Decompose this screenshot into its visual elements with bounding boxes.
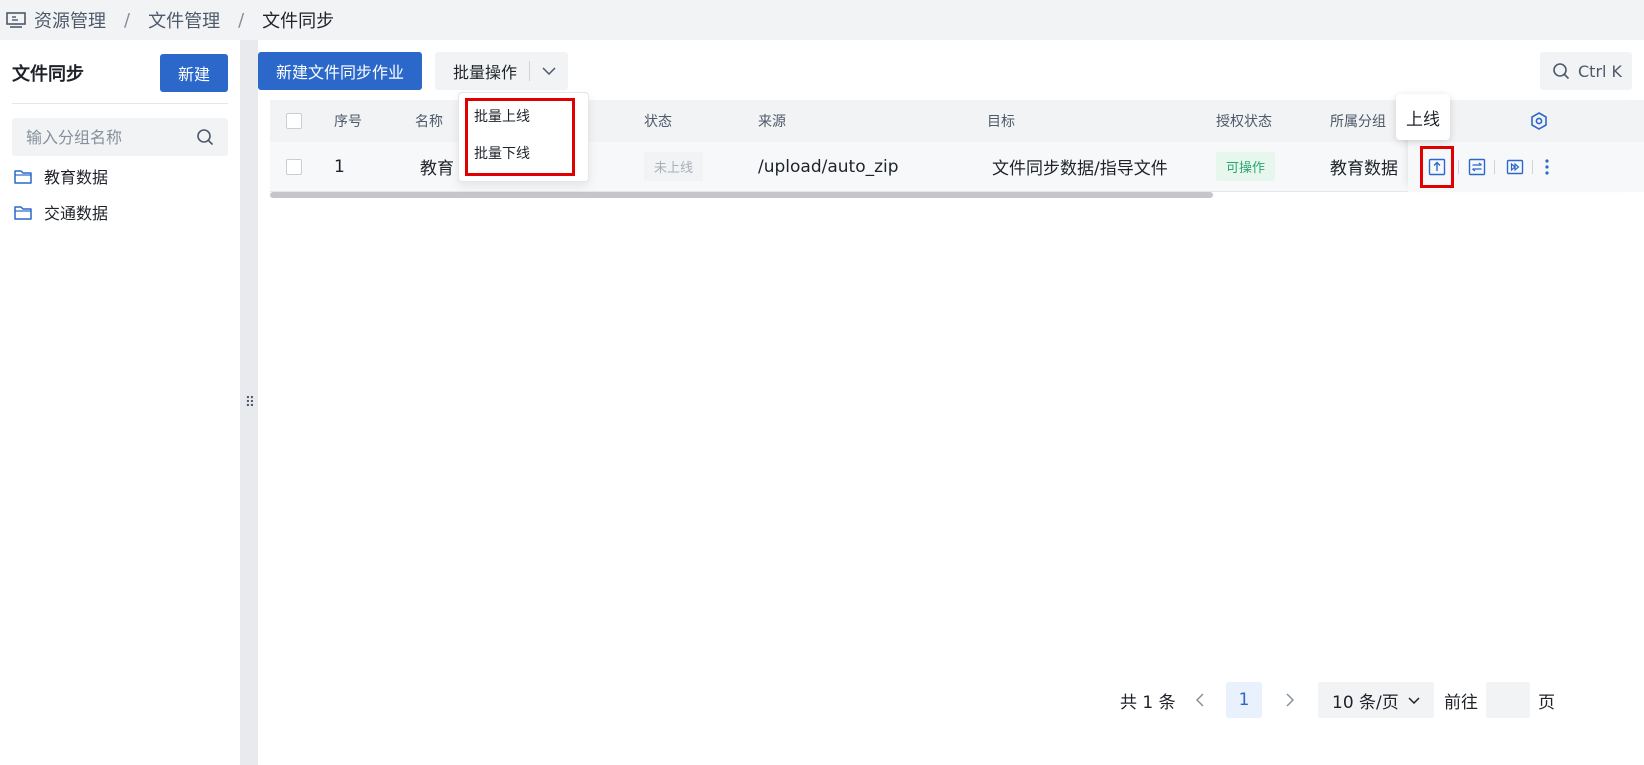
group-search-input[interactable] (26, 127, 186, 147)
new-sync-job-button[interactable]: 新建文件同步作业 (258, 52, 423, 90)
prev-page-icon[interactable] (1196, 682, 1204, 718)
breadcrumb-item-file-management[interactable]: 文件管理 (148, 7, 220, 33)
swap-icon[interactable] (1466, 156, 1488, 178)
global-search-button[interactable]: Ctrl K (1540, 52, 1632, 90)
run-icon[interactable] (1504, 156, 1526, 178)
column-header-group: 所属分组 (1330, 114, 1386, 130)
search-icon[interactable] (196, 128, 214, 146)
horizontal-scrollbar[interactable] (270, 192, 1213, 198)
monitor-icon (6, 12, 26, 28)
action-separator (1494, 160, 1495, 174)
search-shortcut-label: Ctrl K (1578, 61, 1623, 81)
row-checkbox[interactable] (286, 158, 302, 175)
row-group: 教育数据 (1330, 159, 1398, 179)
sidebar-header: 文件同步 新建 (12, 54, 228, 92)
column-header-source: 来源 (758, 114, 786, 130)
resize-handle[interactable]: ⠿ (240, 40, 258, 765)
breadcrumb-separator: / (124, 9, 131, 31)
folder-icon (14, 205, 32, 220)
menu-item-batch-online[interactable]: 批量上线 (474, 107, 530, 127)
pagination: 共 1 条 1 10 条/页 前往 页 (1120, 682, 1640, 718)
row-index: 1 (334, 156, 345, 177)
goto-label: 前往 (1444, 692, 1478, 713)
publish-tooltip: 上线 (1396, 94, 1450, 140)
batch-dropdown-toggle[interactable] (529, 61, 568, 81)
column-header-status: 状态 (644, 114, 672, 130)
drag-grip-icon[interactable]: ⠿ (245, 396, 255, 410)
batch-operation-label: 批量操作 (453, 63, 518, 82)
breadcrumb-separator: / (238, 9, 245, 31)
folder-icon (14, 169, 32, 184)
sidebar: 文件同步 新建 教育数据 交通数据 (0, 40, 240, 765)
column-header-target: 目标 (987, 114, 1015, 130)
publish-icon[interactable] (1426, 156, 1448, 178)
breadcrumb-item-file-sync: 文件同步 (262, 11, 335, 32)
menu-item-batch-offline[interactable]: 批量下线 (474, 144, 530, 164)
row-source: /upload/auto_zip (758, 156, 899, 177)
column-header-name: 名称 (415, 114, 443, 130)
main-panel: 新建文件同步作业 批量操作 Ctrl K 序号 名称 状态 来源 目标 授权状态 (258, 40, 1644, 765)
column-header-index: 序号 (334, 114, 362, 130)
column-header-auth-status: 授权状态 (1216, 114, 1272, 130)
page-number-button[interactable]: 1 (1226, 682, 1262, 718)
sidebar-item-label: 教育数据 (44, 168, 109, 187)
breadcrumb: 资源管理 / 文件管理 / 文件同步 (0, 0, 1644, 40)
sidebar-title: 文件同步 (12, 64, 84, 85)
new-group-button[interactable]: 新建 (159, 54, 228, 92)
auth-status-badge: 可操作 (1216, 152, 1276, 181)
group-search-box[interactable] (12, 118, 228, 156)
action-separator (1532, 160, 1533, 174)
sidebar-item-traffic[interactable]: 交通数据 (14, 200, 108, 224)
batch-operation-button[interactable]: 批量操作 (435, 52, 569, 90)
next-page-icon[interactable] (1286, 682, 1294, 718)
chevron-down-icon (1408, 696, 1420, 704)
page-size-select[interactable]: 10 条/页 (1318, 682, 1434, 718)
breadcrumb-item-resource[interactable]: 资源管理 (34, 7, 106, 33)
operations-cell (1408, 142, 1644, 192)
select-all-checkbox[interactable] (286, 113, 302, 129)
row-name-link[interactable]: 教育 (420, 142, 454, 191)
column-settings-icon[interactable] (1530, 112, 1548, 130)
page-size-label: 10 条/页 (1332, 692, 1399, 713)
row-target-link[interactable]: 文件同步数据/指导文件 (992, 142, 1168, 191)
goto-page-input[interactable] (1486, 682, 1530, 718)
batch-operation-menu: 批量上线 批量下线 (458, 92, 589, 182)
action-separator (1458, 160, 1459, 174)
chevron-down-icon (542, 67, 556, 75)
page-suffix-label: 页 (1538, 692, 1555, 713)
sidebar-item-label: 交通数据 (44, 204, 109, 223)
search-icon (1553, 63, 1570, 80)
status-badge: 未上线 (644, 152, 704, 181)
more-icon[interactable] (1536, 156, 1558, 178)
sidebar-divider (12, 103, 228, 104)
pagination-total: 共 1 条 (1120, 692, 1176, 713)
sidebar-item-education[interactable]: 教育数据 (14, 164, 108, 188)
